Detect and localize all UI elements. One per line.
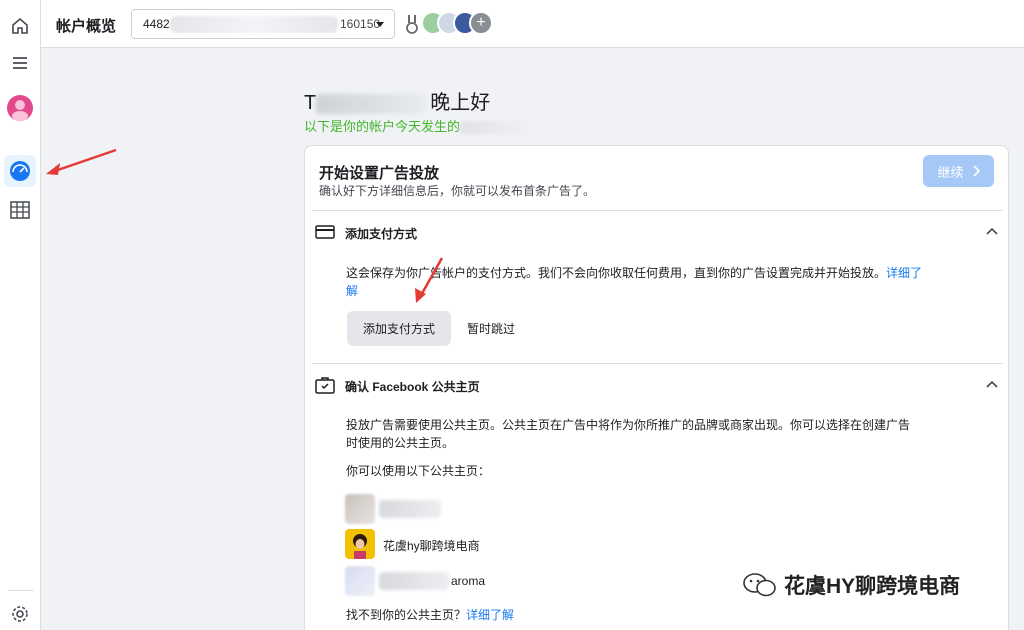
greeting-subtitle-text: 以下是你的帐户今天发生的 (304, 119, 461, 134)
chevron-down-icon (376, 22, 384, 27)
page-thumbnail (345, 529, 375, 559)
payment-description: 这会保存为你广告帐户的支付方式。我们不会向你收取任何费用，直到你的广告设置完成并… (346, 264, 926, 300)
list-item[interactable]: 花虞hy聊跨境电商 (345, 529, 645, 559)
chevron-right-icon (972, 165, 980, 177)
greeting-name-start: T (304, 92, 317, 114)
greeting: T 晚上好 (304, 86, 490, 115)
briefcase-check-icon (315, 377, 335, 394)
page-description: 投放广告需要使用公共主页。公共主页在广告中将作为你所推广的品牌或商家出现。你可以… (346, 418, 911, 450)
add-account-icon[interactable]: + (469, 11, 493, 35)
home-icon[interactable] (4, 10, 36, 42)
card-title: 开始设置广告投放 (319, 165, 440, 182)
list-item[interactable]: aroma (345, 566, 645, 596)
skip-button[interactable]: 暂时跳过 (453, 311, 529, 346)
chevron-up-icon[interactable] (986, 380, 998, 388)
redacted-name (316, 93, 427, 114)
page-thumbnail (345, 494, 375, 524)
account-overview-icon[interactable] (4, 155, 36, 187)
redacted-account-id (170, 16, 338, 33)
account-id-prefix: 4482 (143, 17, 170, 31)
learn-more-link[interactable]: 详细了解 (466, 608, 514, 622)
greeting-text: 晚上好 (430, 92, 491, 114)
account-selector[interactable]: 4482 160150 (131, 9, 395, 39)
redacted-page-name (379, 572, 449, 590)
divider (312, 210, 1003, 211)
redacted-text (460, 121, 541, 135)
setup-card: 开始设置广告投放 确认好下方详细信息后，你就可以发布首条广告了。 继续 添加支付… (304, 145, 1009, 630)
watermark-text: 花虞HY聊跨境电商 (784, 575, 961, 598)
chevron-up-icon[interactable] (986, 227, 998, 235)
greeting-subtitle: 以下是你的帐户今天发生的 (304, 116, 541, 135)
page-title: 帐户概览 (56, 18, 117, 35)
divider (312, 363, 1003, 364)
card-description: 确认好下方详细信息后，你就可以发布首条广告了。 (319, 184, 596, 198)
page-name: aroma (451, 574, 486, 588)
continue-label: 继续 (937, 164, 964, 180)
rabbit-icon[interactable] (403, 11, 423, 35)
wechat-icon (743, 573, 776, 597)
continue-button[interactable]: 继续 (923, 155, 994, 187)
top-header: 帐户概览 4482 160150 + (41, 0, 1024, 48)
page-section-heading[interactable]: 确认 Facebook 公共主页 (345, 378, 480, 395)
page-name: 花虞hy聊跨境电商 (383, 539, 480, 553)
left-nav-rail (0, 0, 41, 630)
add-payment-button[interactable]: 添加支付方式 (347, 311, 451, 346)
credit-card-icon (315, 225, 335, 239)
list-item[interactable] (345, 494, 645, 524)
menu-icon[interactable] (4, 47, 36, 79)
avatar[interactable] (4, 92, 36, 124)
not-found-text: 找不到你的公共主页？ (346, 608, 467, 622)
payment-section-heading[interactable]: 添加支付方式 (345, 225, 417, 242)
rail-divider (8, 590, 34, 591)
redacted-page-name (379, 500, 441, 518)
annotation-arrow (46, 148, 117, 175)
page-not-found: 找不到你的公共主页？详细了解 (346, 606, 514, 624)
table-icon[interactable] (4, 194, 36, 226)
available-pages-label: 你可以使用以下公共主页： (346, 464, 491, 478)
page-thumbnail (345, 566, 375, 596)
payment-text: 这会保存为你广告帐户的支付方式。我们不会向你收取任何费用，直到你的广告设置完成并… (346, 266, 887, 280)
settings-gear-icon[interactable] (4, 598, 36, 630)
account-id-suffix: 160150 (340, 17, 381, 31)
watermark: 花虞HY聊跨境电商 (742, 570, 960, 600)
